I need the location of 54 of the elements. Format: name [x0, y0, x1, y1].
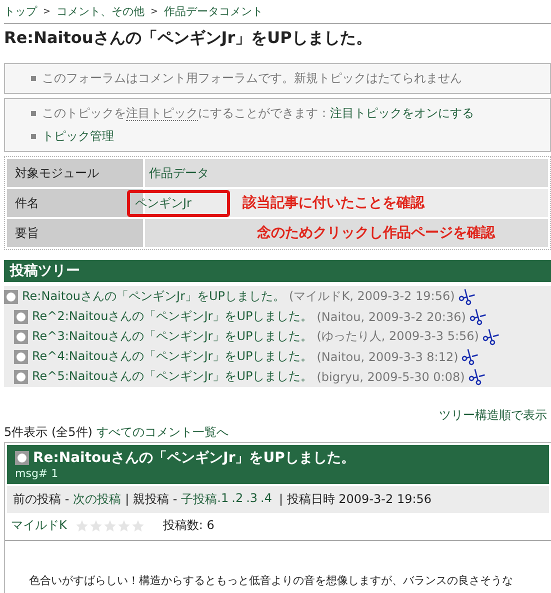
bullet-icon: [15, 451, 29, 465]
parent-post-text: | 親投稿 -: [125, 491, 178, 508]
author-link[interactable]: マイルドK: [11, 517, 67, 534]
post-link[interactable]: Re^5:Naitouさんの「ペンギンJr」をUPしました。: [32, 368, 313, 385]
post-title: Re:Naitouさんの「ペンギンJr」をUPしました。: [33, 449, 355, 467]
bullet-icon: [14, 370, 28, 384]
post-count: 投稿数: 6: [162, 517, 214, 534]
post-link[interactable]: Re^3:Naitouさんの「ペンギンJr」をUPしました。: [32, 328, 313, 345]
child-post-link[interactable]: .2: [232, 491, 244, 508]
annotation-text: 念のためクリックし作品ページを確認: [257, 224, 495, 242]
child-post-link[interactable]: .3: [246, 491, 258, 508]
breadcrumb-separator: >: [150, 6, 158, 16]
post-meta: (マイルドK, 2009-3-2 19:56): [289, 288, 455, 305]
next-post-link[interactable]: 次の投稿: [73, 491, 122, 508]
post-meta: (Naitou, 2009-3-2 20:36): [316, 310, 466, 324]
bullet-icon: [14, 350, 28, 364]
breadcrumb-separator: >: [43, 6, 51, 16]
child-post-link[interactable]: .4: [260, 491, 272, 508]
breadcrumb-link[interactable]: トップ: [4, 4, 37, 19]
post-link[interactable]: Re^4:Naitouさんの「ペンギンJr」をUPしました。: [32, 348, 313, 365]
bullet-icon: [14, 310, 28, 324]
bullet-icon: [14, 330, 28, 344]
breadcrumb-link[interactable]: 作品データコメント: [164, 4, 264, 19]
tree-header: 投稿ツリー: [4, 260, 551, 282]
watch-link[interactable]: 注目トピックをオンにする: [330, 106, 474, 120]
all-comments-link[interactable]: すべてのコメント一覧へ: [96, 424, 228, 441]
post-link[interactable]: Re^2:Naitouさんの「ペンギンJr」をUPしました。: [32, 308, 313, 325]
post-link[interactable]: Re:Naitouさんの「ペンギンJr」をUPしました。: [22, 288, 286, 305]
prev-post-text: 前の投稿 -: [13, 491, 70, 508]
bullet-icon: [31, 111, 36, 116]
child-posts-link[interactable]: 子投稿: [181, 491, 218, 508]
bullet-icon: [31, 76, 36, 81]
count-text: 5件表示 (全5件): [4, 424, 92, 441]
post-meta: (bigryu, 2009-5-30 0:08): [316, 370, 465, 384]
bullet-icon: [31, 134, 36, 139]
tree-order-link[interactable]: ツリー構造順で表示: [439, 407, 547, 424]
child-post-link[interactable]: .1: [217, 491, 229, 508]
manage-link[interactable]: トピック管理: [42, 128, 114, 145]
breadcrumb-link[interactable]: コメント、その他: [56, 4, 145, 19]
message-number: msg# 1: [15, 467, 60, 480]
post-meta: (Naitou, 2009-3-3 8:12): [316, 350, 458, 364]
label-cell: 要旨: [7, 219, 143, 247]
post-body: 色合いがすばらしい！構造からするともっと低音よりの音を想像しますが、バランスの良さそうな: [29, 573, 514, 588]
annotation-text: 該当記事に付いたことを確認: [242, 194, 424, 212]
bullet-icon: [4, 290, 18, 304]
value-link[interactable]: ペンギンJr: [135, 196, 192, 210]
post-date: | 投稿日時 2009-3-2 19:56: [278, 491, 432, 508]
watch-term: 注目トピック: [126, 106, 198, 121]
label-cell: 対象モジュール: [7, 159, 143, 187]
page-title: Re:Naitouさんの「ペンギンJr」をUPしました。: [4, 28, 373, 49]
value-link[interactable]: 作品データ: [149, 164, 209, 182]
post-meta: (ゆったり人, 2009-3-3 5:56): [316, 328, 479, 345]
notice-text: このフォーラムはコメント用フォーラムです。新規トピックはたてられません: [42, 70, 462, 87]
watch-text: このトピックを注目トピック にすることができます：注目トピックをオンにする: [42, 105, 474, 122]
